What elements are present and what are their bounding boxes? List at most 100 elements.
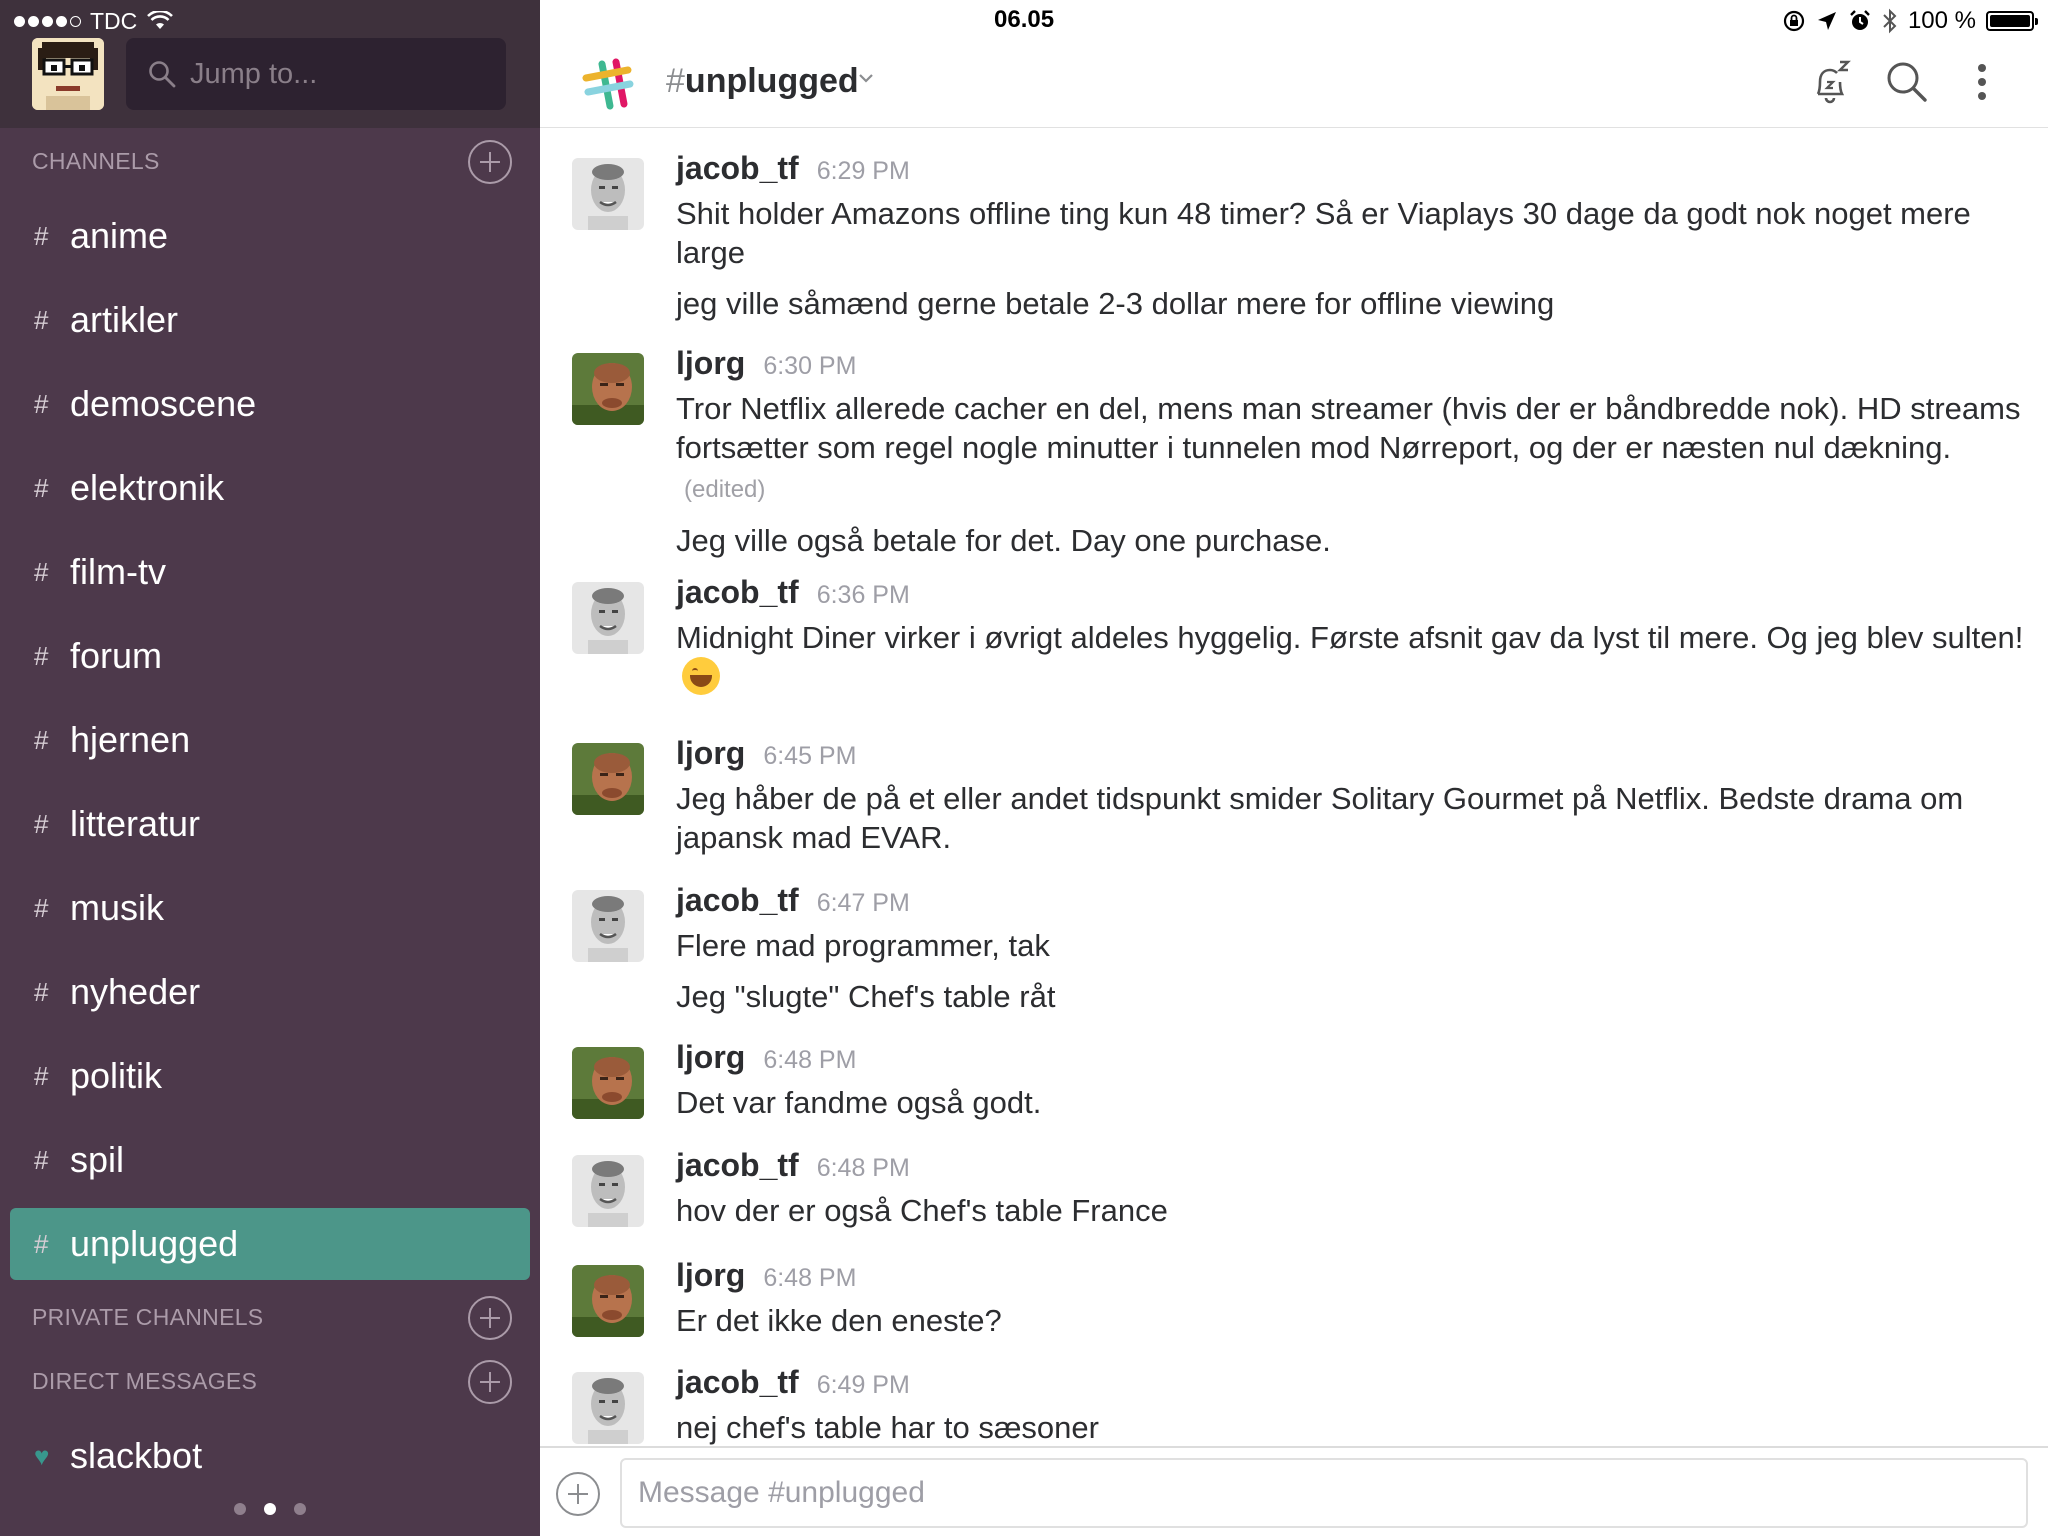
message-timestamp[interactable]: 6:45 PM xyxy=(763,742,856,771)
sidebar-item-unplugged[interactable]: # unplugged xyxy=(10,1208,530,1280)
direct-messages-header[interactable]: DIRECT MESSAGES xyxy=(32,1368,257,1395)
message-body: ljorg 6:48 PM Er det ikke den eneste? xyxy=(676,1257,2032,1340)
search-icon[interactable] xyxy=(1883,58,1931,106)
message-author[interactable]: ljorg xyxy=(676,345,745,382)
add-direct-message-button[interactable] xyxy=(468,1360,512,1404)
message-text-wrap: Shit holder Amazons offline ting kun 48 … xyxy=(676,194,2032,272)
message-author[interactable]: jacob_tf xyxy=(676,150,799,187)
channel-hash: # xyxy=(34,472,49,503)
message-text-wrap: Det var fandme også godt. xyxy=(676,1083,2032,1122)
message-list: jacob_tf 6:29 PM Shit holder Amazons offli… xyxy=(540,128,2048,1446)
sidebar-item-demoscene[interactable]: # demoscene xyxy=(10,368,530,440)
snooze-bell-icon[interactable] xyxy=(1806,58,1854,106)
message-avatar[interactable] xyxy=(572,1372,644,1444)
message-text-wrap: Flere mad programmer, tak xyxy=(676,926,2032,965)
alarm-icon xyxy=(1850,10,1870,30)
message-meta: jacob_tf 6:36 PM xyxy=(676,574,2032,618)
message-text: Flere mad programmer, tak xyxy=(676,928,1050,963)
message-timestamp[interactable]: 6:48 PM xyxy=(763,1264,856,1293)
page-dot[interactable] xyxy=(234,1503,246,1515)
chevron-down-icon[interactable] xyxy=(858,72,874,84)
main-pane: 06.05 100 % #unplugged jacob_tf 6:29 PM … xyxy=(540,0,2048,1536)
sidebar-item-anime[interactable]: # anime xyxy=(10,200,530,272)
message-meta: jacob_tf 6:48 PM xyxy=(676,1147,2032,1191)
message-author[interactable]: jacob_tf xyxy=(676,574,799,611)
battery-icon xyxy=(1986,11,2038,31)
user-avatar[interactable] xyxy=(32,38,104,110)
sidebar-item-hjernen[interactable]: # hjernen xyxy=(10,704,530,776)
message-body: ljorg 6:30 PM Tror Netflix allerede cacher… xyxy=(676,345,2032,560)
message-timestamp[interactable]: 6:48 PM xyxy=(763,1046,856,1075)
message-timestamp[interactable]: 6:47 PM xyxy=(817,889,910,918)
message-author[interactable]: jacob_tf xyxy=(676,1364,799,1401)
message-body: ljorg 6:45 PM Jeg håber de på et eller and… xyxy=(676,735,2032,857)
sidebar-item-elektronik[interactable]: # elektronik xyxy=(10,452,530,524)
channel-name: anime xyxy=(70,215,169,256)
message-timestamp[interactable]: 6:36 PM xyxy=(817,581,910,610)
attach-button[interactable] xyxy=(556,1472,600,1516)
sidebar-item-litteratur[interactable]: # litteratur xyxy=(10,788,530,860)
message-meta: jacob_tf 6:29 PM xyxy=(676,150,2032,194)
message-text-wrap: Jeg ville også betale for det. Day one p… xyxy=(676,521,2032,560)
signal-dot xyxy=(42,15,53,27)
sidebar-item-forum[interactable]: # forum xyxy=(10,620,530,692)
channel-hash: # xyxy=(34,724,49,755)
message-author[interactable]: jacob_tf xyxy=(676,882,799,919)
message-body: jacob_tf 6:36 PM Midnight Diner virker i ø… xyxy=(676,574,2032,696)
add-channel-button[interactable] xyxy=(468,140,512,184)
dm-item-slackbot[interactable]: ♥ slackbot xyxy=(34,1428,202,1484)
page-dot[interactable] xyxy=(294,1503,306,1515)
message-avatar[interactable] xyxy=(572,582,644,654)
channel-title-hash: # xyxy=(666,62,685,100)
channel-hash: # xyxy=(34,808,49,839)
channel-title[interactable]: #unplugged xyxy=(666,62,859,101)
jump-to-search[interactable]: Jump to... xyxy=(126,38,506,110)
message-avatar[interactable] xyxy=(572,1155,644,1227)
message-text: hov der er også Chef's table France xyxy=(676,1193,1168,1228)
message-author[interactable]: ljorg xyxy=(676,735,745,772)
message-author[interactable]: ljorg xyxy=(676,1039,745,1076)
private-channels-header[interactable]: PRIVATE CHANNELS xyxy=(32,1304,263,1331)
channel-title-name: unplugged xyxy=(684,62,859,100)
message-avatar[interactable] xyxy=(572,890,644,962)
message-body: jacob_tf 6:49 PM nej chef's table har to s… xyxy=(676,1364,2032,1446)
pixel-avatar-icon xyxy=(32,38,104,110)
sidebar-item-film-tv[interactable]: # film-tv xyxy=(10,536,530,608)
sidebar-item-politik[interactable]: # politik xyxy=(10,1040,530,1112)
channels-header[interactable]: CHANNELS xyxy=(32,148,160,175)
sidebar-item-spil[interactable]: # spil xyxy=(10,1124,530,1196)
carrier-name: TDC xyxy=(90,7,138,34)
sidebar-item-musik[interactable]: # musik xyxy=(10,872,530,944)
message-author[interactable]: jacob_tf xyxy=(676,1147,799,1184)
more-vertical-icon[interactable] xyxy=(1958,58,2006,106)
message-text-wrap: jeg ville såmænd gerne betale 2-3 dollar… xyxy=(676,284,2032,323)
message-timestamp[interactable]: 6:29 PM xyxy=(817,157,910,186)
heart-icon: ♥ xyxy=(34,1440,50,1471)
message-timestamp[interactable]: 6:30 PM xyxy=(763,352,856,381)
message-avatar[interactable] xyxy=(572,743,644,815)
message-text-wrap: Midnight Diner virker i øvrigt aldeles h… xyxy=(676,618,2032,696)
message-timestamp[interactable]: 6:49 PM xyxy=(817,1371,910,1400)
jacob-photo-icon xyxy=(572,890,644,962)
message-text: Er det ikke den eneste? xyxy=(676,1303,1002,1338)
sidebar-item-nyheder[interactable]: # nyheder xyxy=(10,956,530,1028)
status-bar-right: 100 % xyxy=(1782,6,2038,36)
message-text: Midnight Diner virker i øvrigt aldeles h… xyxy=(676,620,2024,655)
message-text-wrap: Jeg håber de på et eller andet tidspunkt… xyxy=(676,779,2032,857)
message-input[interactable] xyxy=(620,1458,2028,1528)
slack-logo-icon[interactable] xyxy=(580,56,638,114)
channel-name: spil xyxy=(70,1139,125,1180)
message-avatar[interactable] xyxy=(572,158,644,230)
message-timestamp[interactable]: 6:48 PM xyxy=(817,1154,910,1183)
message-author[interactable]: ljorg xyxy=(676,1257,745,1294)
sidebar-item-artikler[interactable]: # artikler xyxy=(10,284,530,356)
message-avatar[interactable] xyxy=(572,353,644,425)
message-avatar[interactable] xyxy=(572,1265,644,1337)
message-avatar[interactable] xyxy=(572,1047,644,1119)
add-private-channel-button[interactable] xyxy=(468,1296,512,1340)
message-text-wrap: Tror Netflix allerede cacher en del, men… xyxy=(676,389,2032,509)
signal-dot xyxy=(28,15,39,27)
page-dot-current[interactable] xyxy=(264,1503,276,1515)
ljorg-photo-icon xyxy=(572,1265,644,1337)
message-body: jacob_tf 6:48 PM hov der er også Chef's ta… xyxy=(676,1147,2032,1230)
